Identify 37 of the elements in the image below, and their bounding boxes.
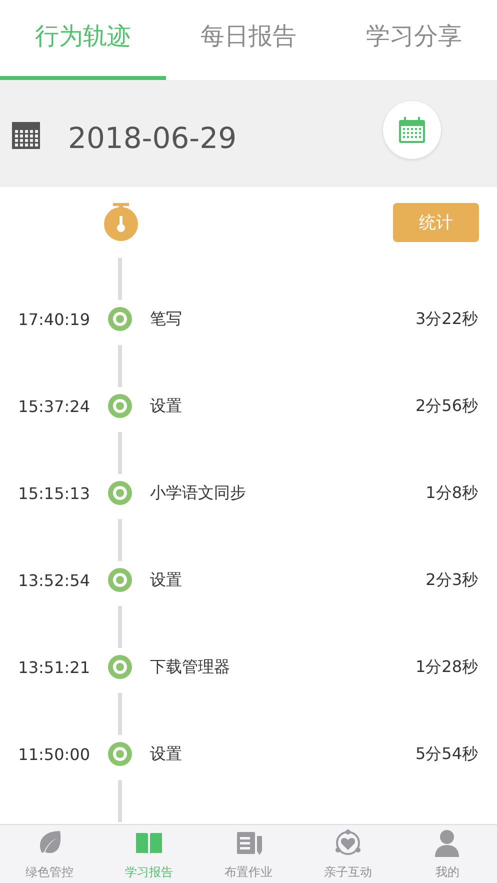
timeline-dot [108,655,132,679]
time-text: 15:15:13 [17,484,90,502]
time-text: 13:52:54 [17,570,90,590]
timeline-dot [108,481,132,505]
duration-text: 2分56秒 [415,396,478,416]
statistics-button[interactable]: 统计 [393,203,479,242]
timeline-dot [108,742,132,766]
duration-text: 1分8秒 [426,482,478,504]
app-name: 设置 [150,744,183,764]
time-text: 17:40:19 [17,310,90,328]
app-name: 小学语文同步 [150,482,247,504]
calendar-button[interactable] [383,101,441,159]
time-text: 15:37:24 [17,396,90,416]
tab[interactable]: 学习分享 [331,0,497,80]
nav-label[interactable]: 绿色管控 [26,864,74,881]
duration-text: 5分54秒 [415,744,478,764]
stopwatch-icon [102,203,138,241]
duration-text: 2分3秒 [426,570,478,590]
app-name: 设置 [150,570,183,590]
nav-label[interactable]: 布置作业 [224,864,273,881]
timeline-dot [108,394,132,418]
calendar-icon [398,116,426,144]
duration-text: 1分28秒 [415,656,478,678]
app-name: 下载管理器 [150,656,231,678]
duration-text: 3分22秒 [415,308,478,330]
app-name: 笔写 [150,308,183,330]
timeline-dot [108,568,132,592]
nav-label[interactable]: 学习报告 [125,864,174,881]
time-text: 11:50:00 [17,744,90,764]
tab[interactable]: 每日报告 [166,0,332,80]
time-text: 13:51:21 [17,658,90,676]
timeline-dot [108,307,132,331]
nav-label[interactable]: 亲子互动 [324,864,372,881]
heart-circle-icon [332,828,363,858]
nav-label[interactable]: 我的 [435,864,460,881]
date-text: 2018-06-29 [68,120,237,154]
app-name: 设置 [150,396,183,416]
